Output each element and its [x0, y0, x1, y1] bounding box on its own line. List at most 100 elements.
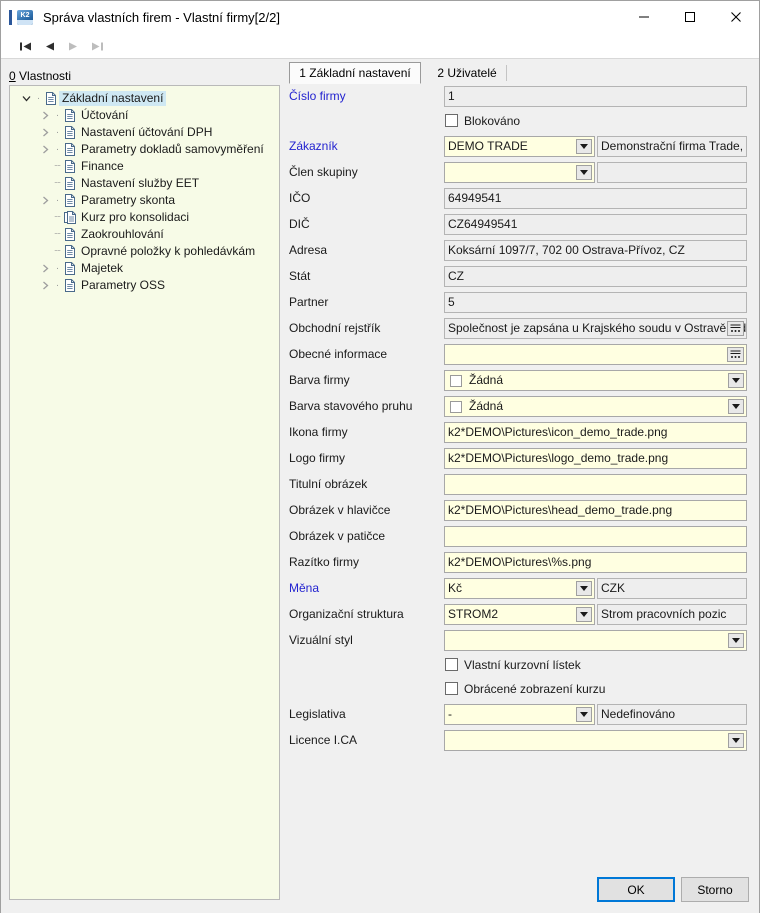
tree-item[interactable]: ┈ Nastavení služby EET — [10, 175, 279, 192]
label-vlastni-kurzovni-listek: Vlastní kurzovní lístek — [464, 658, 581, 672]
chevron-down-icon[interactable] — [18, 90, 34, 107]
previous-record-button[interactable] — [37, 36, 61, 57]
tree-connector: ┈ — [54, 177, 61, 189]
row-zakaznik: Zákazník DEMO TRADE Demonstrační firma T… — [281, 135, 759, 158]
tree-item[interactable]: · Nastavení účtování DPH — [10, 124, 279, 141]
field-razitko-firmy[interactable]: k2*DEMO\Pictures\%s.png — [444, 552, 747, 573]
properties-tree[interactable]: · Základní nastavení · Účtování · Nastavení ú… — [9, 85, 280, 900]
navigation-toolbar — [1, 34, 759, 59]
tree-item[interactable]: · Účtování — [10, 107, 279, 124]
field-vizualni-styl[interactable] — [444, 630, 747, 651]
page-icon — [62, 107, 78, 124]
page-icon — [62, 141, 78, 158]
memo-editor-icon[interactable] — [727, 321, 744, 336]
field-titulni-obrazek[interactable] — [444, 474, 747, 495]
properties-header-text: Vlastnosti — [15, 69, 72, 83]
chevron-right-icon[interactable] — [37, 124, 53, 141]
chevron-down-icon[interactable] — [576, 139, 592, 154]
label-adresa: Adresa — [289, 243, 328, 257]
label-barva-firmy: Barva firmy — [289, 373, 350, 387]
field-cislo-firmy[interactable]: 1 — [444, 86, 747, 107]
tree-connector: · — [36, 92, 41, 104]
field-obrazek-v-paticce[interactable] — [444, 526, 747, 547]
next-record-button[interactable] — [61, 36, 85, 57]
field-obrazek-v-hlavicce[interactable]: k2*DEMO\Pictures\head_demo_trade.png — [444, 500, 747, 521]
label-organizacni-struktura: Organizační struktura — [289, 607, 404, 621]
field-logo-firmy[interactable]: k2*DEMO\Pictures\logo_demo_trade.png — [444, 448, 747, 469]
window-title: Správa vlastních firem - Vlastní firmy[2… — [43, 10, 280, 25]
field-organizacni-struktura-name[interactable]: Strom pracovních pozic — [597, 604, 747, 625]
label-zakaznik: Zákazník — [289, 139, 338, 153]
label-legislativa: Legislativa — [289, 707, 346, 721]
chevron-down-icon[interactable] — [576, 581, 592, 596]
field-mena-name[interactable]: CZK — [597, 578, 747, 599]
row-logo-firmy: Logo firmy k2*DEMO\Pictures\logo_demo_tr… — [281, 447, 759, 470]
field-obchodni-rejstrik[interactable]: Společnost je zapsána u Krajského soudu … — [444, 318, 747, 339]
field-stat[interactable]: CZ — [444, 266, 747, 287]
field-legislativa-code[interactable]: - — [444, 704, 595, 725]
chevron-down-icon[interactable] — [728, 633, 744, 648]
tree-item[interactable]: ┈ Zaokrouhlování — [10, 226, 279, 243]
field-licence-ica[interactable] — [444, 730, 747, 751]
maximize-icon[interactable] — [667, 1, 713, 33]
checkbox-blokovano[interactable] — [445, 114, 458, 127]
field-barva-firmy[interactable]: Žádná — [444, 370, 747, 391]
row-obecne-informace: Obecné informace — [281, 343, 759, 366]
page-icon — [62, 226, 78, 243]
chevron-down-icon[interactable] — [576, 707, 592, 722]
tree-item[interactable]: ┈ Finance — [10, 158, 279, 175]
tree-item[interactable]: · Parametry skonta — [10, 192, 279, 209]
label-cislo-firmy: Číslo firmy — [289, 89, 346, 103]
chevron-down-icon[interactable] — [728, 373, 744, 388]
chevron-right-icon[interactable] — [37, 277, 53, 294]
memo-editor-icon[interactable] — [727, 347, 744, 362]
ok-button[interactable]: OK — [597, 877, 675, 902]
field-clen-skupiny-name[interactable] — [597, 162, 747, 183]
field-barva-stavoveho-pruhu[interactable]: Žádná — [444, 396, 747, 417]
tab-zakladni-nastaveni[interactable]: 1 Základní nastavení — [289, 62, 421, 84]
field-partner[interactable]: 5 — [444, 292, 747, 313]
chevron-right-icon[interactable] — [37, 260, 53, 277]
chevron-right-icon[interactable] — [37, 192, 53, 209]
tree-item[interactable]: ┈ Kurz pro konsolidaci — [10, 209, 279, 226]
field-mena-code[interactable]: Kč — [444, 578, 595, 599]
tree-item[interactable]: · Parametry dokladů samovyměření — [10, 141, 279, 158]
last-record-button[interactable] — [85, 36, 109, 57]
row-obchodni-rejstrik: Obchodní rejstřík Společnost je zapsána … — [281, 317, 759, 340]
tree-item[interactable]: · Parametry OSS — [10, 277, 279, 294]
checkbox-obracene-zobrazeni-kurzu[interactable] — [445, 682, 458, 695]
field-clen-skupiny-code[interactable] — [444, 162, 595, 183]
row-obrazek-v-hlavicce: Obrázek v hlavičce k2*DEMO\Pictures\head… — [281, 499, 759, 522]
field-organizacni-struktura-code-value: STROM2 — [448, 607, 499, 621]
field-ico[interactable]: 64949541 — [444, 188, 747, 209]
row-licence-ica: Licence I.CA — [281, 729, 759, 752]
label-razitko-firmy: Razítko firmy — [289, 555, 360, 569]
checkbox-vlastni-kurzovni-listek[interactable] — [445, 658, 458, 671]
field-adresa[interactable]: Koksární 1097/7, 702 00 Ostrava-Přívoz, … — [444, 240, 747, 261]
field-zakaznik-code[interactable]: DEMO TRADE — [444, 136, 595, 157]
chevron-right-icon[interactable] — [37, 141, 53, 158]
field-legislativa-name[interactable]: Nedefinováno — [597, 704, 747, 725]
chevron-down-icon[interactable] — [576, 165, 592, 180]
first-record-button[interactable] — [13, 36, 37, 57]
minimize-icon[interactable] — [621, 1, 667, 33]
field-ikona-firmy[interactable]: k2*DEMO\Pictures\icon_demo_trade.png — [444, 422, 747, 443]
field-dic[interactable]: CZ64949541 — [444, 214, 747, 235]
cancel-button[interactable]: Storno — [681, 877, 749, 902]
chevron-down-icon[interactable] — [728, 733, 744, 748]
row-obracene-zobrazeni-kurzu: Obrácené zobrazení kurzu — [281, 679, 759, 700]
chevron-down-icon[interactable] — [728, 399, 744, 414]
field-organizacni-struktura-code[interactable]: STROM2 — [444, 604, 595, 625]
title-accent-bar — [9, 10, 12, 25]
tree-item[interactable]: ┈ Opravné položky k pohledávkám — [10, 243, 279, 260]
chevron-right-icon[interactable] — [37, 107, 53, 124]
tab-uzivatele[interactable]: 2 Uživatelé — [427, 62, 507, 84]
tree-item[interactable]: · Základní nastavení — [10, 90, 279, 107]
tree-item[interactable]: · Majetek — [10, 260, 279, 277]
field-zakaznik-name[interactable]: Demonstrační firma Trade, spo — [597, 136, 747, 157]
field-obecne-informace[interactable] — [444, 344, 747, 365]
chevron-down-icon[interactable] — [576, 607, 592, 622]
close-icon[interactable] — [713, 1, 759, 33]
